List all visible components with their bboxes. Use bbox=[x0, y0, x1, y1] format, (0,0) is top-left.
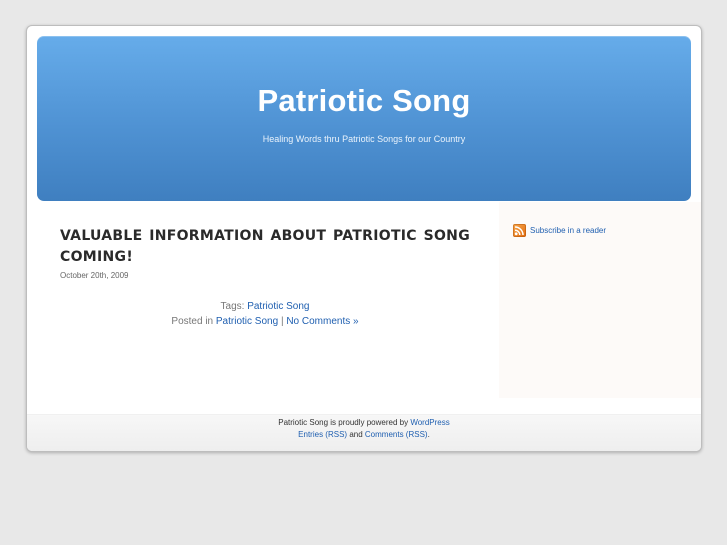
posted-in-label: Posted in bbox=[171, 316, 214, 327]
blog-title[interactable]: Patriotic Song bbox=[37, 83, 691, 119]
post-category-line: Posted in Patriotic Song | No Comments » bbox=[60, 314, 470, 329]
subscribe-widget[interactable]: Subscribe in a reader bbox=[513, 224, 606, 237]
post-title[interactable]: VALUABLE INFORMATION ABOUT PATRIOTIC SON… bbox=[60, 226, 470, 268]
sidebar: Subscribe in a reader bbox=[499, 202, 701, 398]
comments-rss-link[interactable]: Comments (RSS) bbox=[365, 430, 428, 439]
footer-powered-line: Patriotic Song is proudly powered by Wor… bbox=[27, 415, 701, 429]
post-meta: Tags: Patriotic Song Posted in Patriotic… bbox=[60, 299, 470, 329]
site-footer: Patriotic Song is proudly powered by Wor… bbox=[27, 414, 701, 451]
page-container: Patriotic Song Healing Words thru Patrio… bbox=[26, 25, 702, 452]
footer-period: . bbox=[427, 430, 430, 439]
tag-link[interactable]: Patriotic Song bbox=[247, 301, 309, 312]
subscribe-link[interactable]: Subscribe in a reader bbox=[530, 226, 606, 235]
entries-rss-link[interactable]: Entries (RSS) bbox=[298, 430, 347, 439]
footer-and-text: and bbox=[349, 430, 363, 439]
meta-separator: | bbox=[280, 316, 284, 327]
rss-icon[interactable] bbox=[513, 224, 526, 237]
wordpress-link[interactable]: WordPress bbox=[410, 418, 449, 427]
post-tags: Tags: Patriotic Song bbox=[60, 299, 470, 314]
footer-powered-text: Patriotic Song is proudly powered by bbox=[278, 418, 409, 427]
footer-feeds-line: Entries (RSS) and Comments (RSS). bbox=[27, 429, 701, 441]
category-link[interactable]: Patriotic Song bbox=[216, 316, 278, 327]
post-date: October 20th, 2009 bbox=[60, 271, 129, 280]
main-content: VALUABLE INFORMATION ABOUT PATRIOTIC SON… bbox=[60, 226, 470, 329]
blog-description: Healing Words thru Patriotic Songs for o… bbox=[262, 134, 466, 144]
tags-label: Tags: bbox=[220, 301, 245, 312]
site-header: Patriotic Song Healing Words thru Patrio… bbox=[37, 36, 691, 201]
comments-link[interactable]: No Comments » bbox=[286, 316, 358, 327]
